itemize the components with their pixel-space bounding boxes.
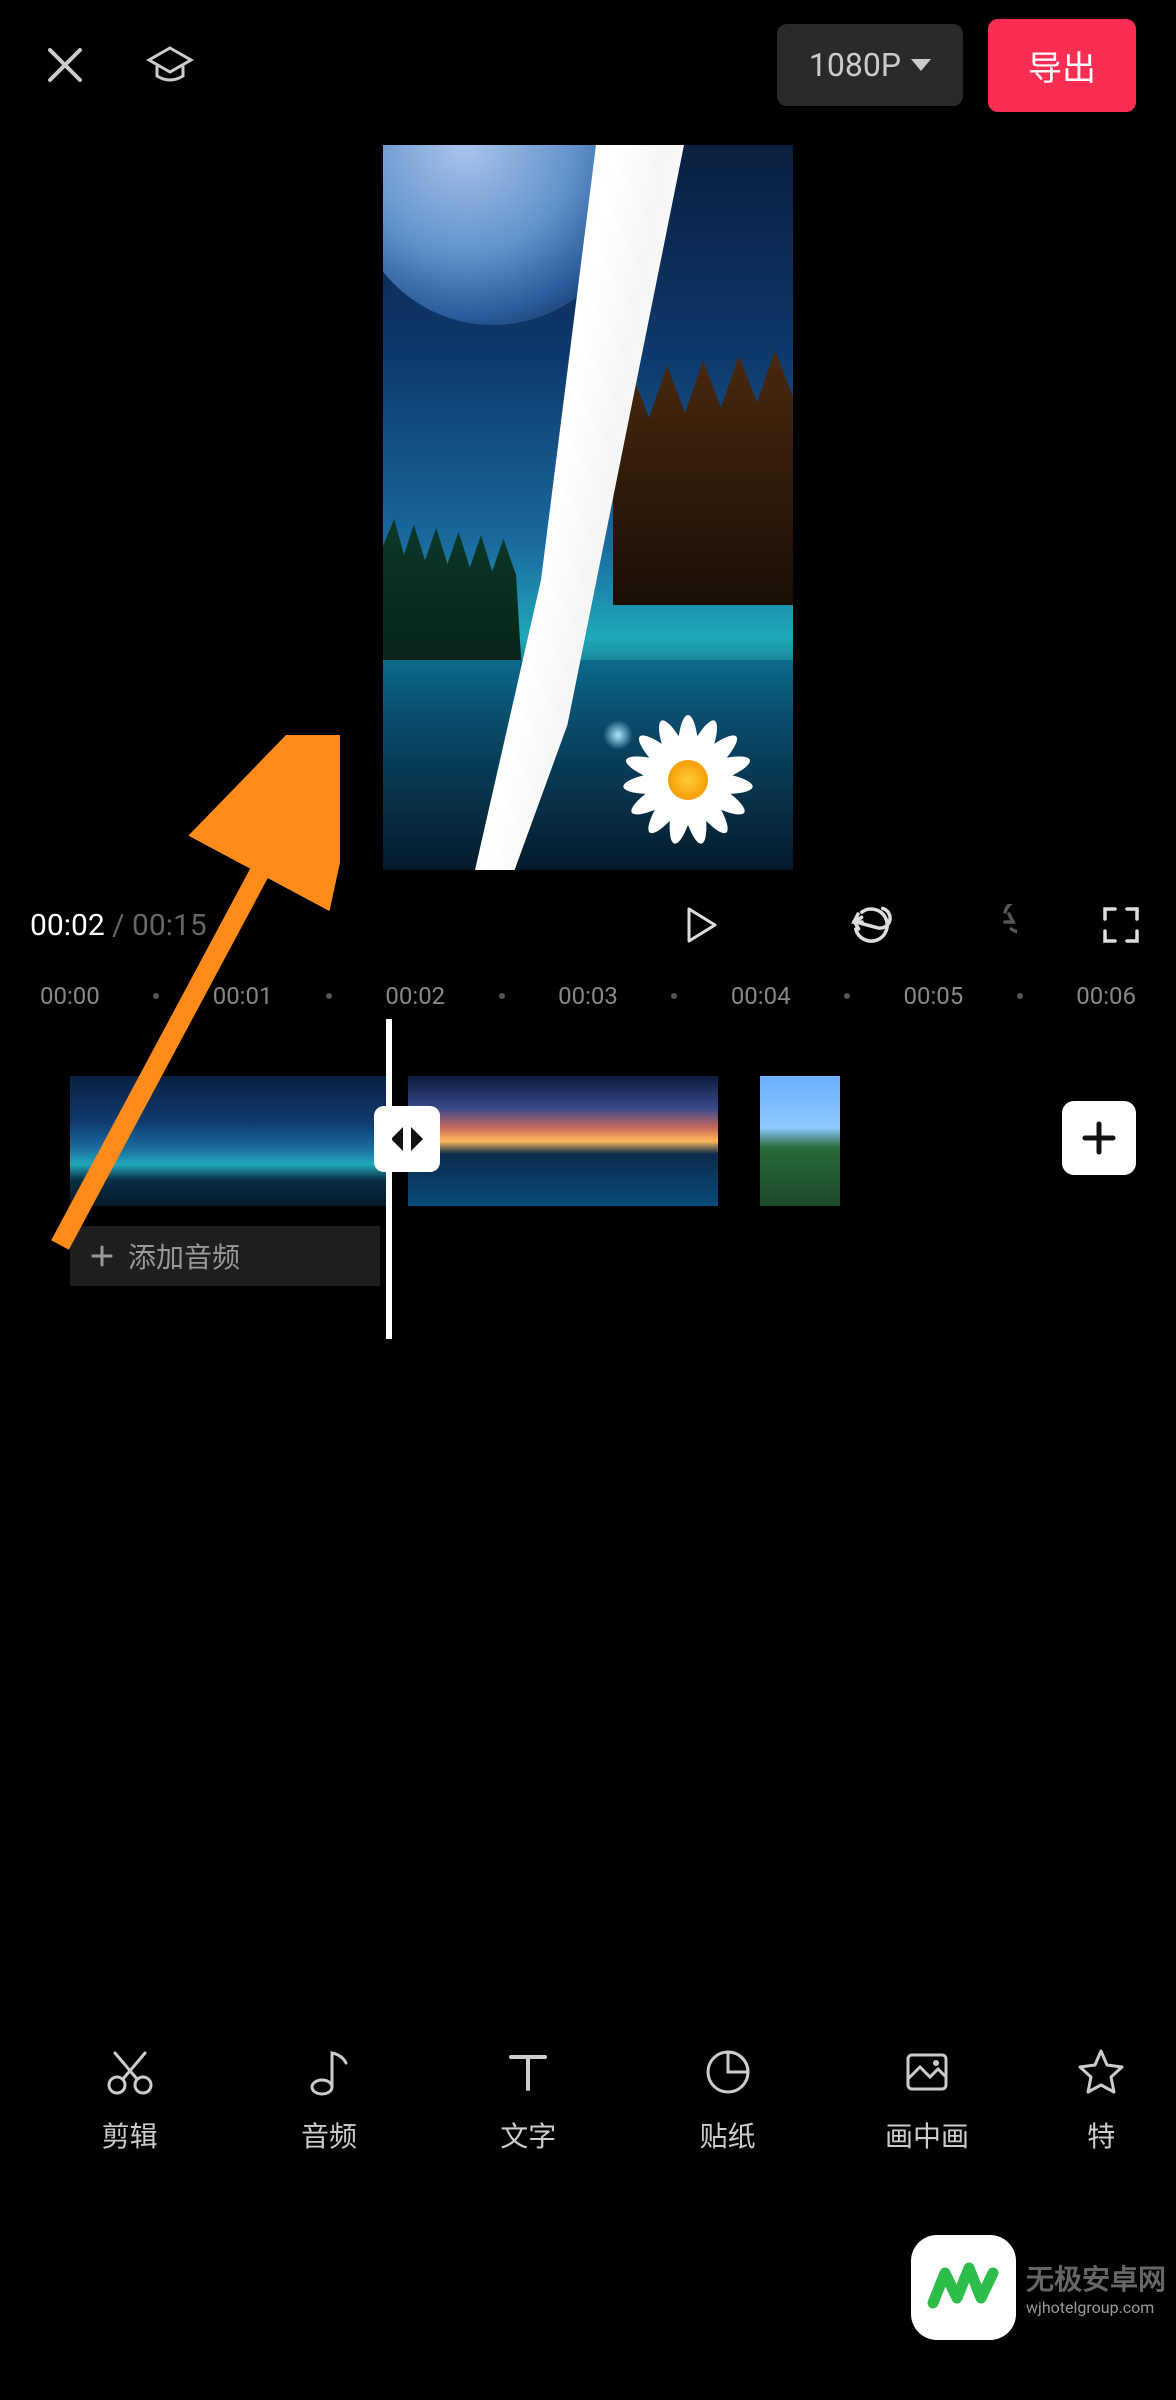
- bottom-toolbar: 剪辑 音频 文字 贴纸 画中画 特: [0, 2030, 1176, 2170]
- topbar-left: [40, 40, 195, 90]
- ruler-dot: [844, 993, 850, 999]
- close-icon: [44, 44, 86, 86]
- text-icon: [501, 2045, 555, 2099]
- play-icon: [681, 905, 721, 945]
- nav-label: 贴纸: [700, 2115, 756, 2155]
- nav-audio[interactable]: 音频: [264, 2045, 394, 2155]
- redo-button[interactable]: [971, 900, 1021, 950]
- undo-button[interactable]: [846, 900, 896, 950]
- plus-icon: [1079, 1118, 1119, 1158]
- star-icon: [1074, 2045, 1128, 2099]
- resolution-label: 1080P: [809, 46, 901, 84]
- ruler-dot: [499, 993, 505, 999]
- tutorial-button[interactable]: [145, 40, 195, 90]
- resolution-dropdown[interactable]: 1080P: [777, 24, 963, 106]
- fullscreen-button[interactable]: [1096, 900, 1146, 950]
- timeline-ruler[interactable]: 00:00 00:01 00:02 00:03 00:04 00:05 00:0…: [0, 976, 1176, 1016]
- nav-label: 文字: [500, 2115, 556, 2155]
- add-audio-button[interactable]: 添加音频: [70, 1226, 380, 1286]
- ruler-dot: [671, 993, 677, 999]
- watermark-logo-icon: [923, 2248, 1003, 2328]
- nav-label: 音频: [301, 2115, 357, 2155]
- total-time: 00:15: [132, 908, 207, 943]
- ruler-dot: [326, 993, 332, 999]
- nav-edit[interactable]: 剪辑: [65, 2045, 195, 2155]
- playback-controls: 00:02 / 00:15: [0, 880, 1176, 970]
- ruler-tick: 00:06: [1076, 982, 1136, 1010]
- fullscreen-icon: [1101, 905, 1141, 945]
- chevron-down-icon: [911, 59, 931, 71]
- ruler-tick: 00:03: [558, 982, 618, 1010]
- add-audio-label: 添加音频: [128, 1236, 240, 1276]
- scissors-icon: [103, 2045, 157, 2099]
- close-button[interactable]: [40, 40, 90, 90]
- transition-icon: [387, 1119, 427, 1159]
- plus-icon: [90, 1244, 114, 1268]
- picture-in-picture-icon: [900, 2045, 954, 2099]
- nav-label: 剪辑: [102, 2115, 158, 2155]
- export-button[interactable]: 导出: [988, 19, 1136, 112]
- preview-canvas[interactable]: [383, 145, 793, 870]
- watermark-badge: [911, 2235, 1016, 2340]
- ruler-tick: 00:05: [904, 982, 964, 1010]
- undo-icon: [850, 904, 892, 946]
- time-separator: /: [105, 908, 132, 943]
- preview-flower: [613, 705, 763, 855]
- timeline[interactable]: 添加音频: [0, 1046, 1176, 1396]
- clip-3[interactable]: [760, 1076, 840, 1206]
- nav-pip[interactable]: 画中画: [862, 2045, 992, 2155]
- ruler-tick: 00:01: [213, 982, 273, 1010]
- clip-row: [0, 1076, 1176, 1206]
- music-note-icon: [302, 2045, 356, 2099]
- ruler-tick: 00:04: [731, 982, 791, 1010]
- top-bar: 1080P 导出: [0, 0, 1176, 130]
- clip-1[interactable]: [70, 1076, 390, 1206]
- export-label: 导出: [1028, 49, 1096, 89]
- preview-area: [0, 145, 1176, 870]
- topbar-right: 1080P 导出: [777, 19, 1136, 112]
- sticker-icon: [701, 2045, 755, 2099]
- clip-2[interactable]: [408, 1076, 718, 1206]
- ruler-dot: [153, 993, 159, 999]
- nav-text[interactable]: 文字: [463, 2045, 593, 2155]
- control-icons-right: [846, 900, 1146, 950]
- graduation-cap-icon: [145, 40, 195, 90]
- ruler-tick: 00:00: [40, 982, 100, 1010]
- nav-label: 特: [1087, 2115, 1115, 2155]
- nav-label: 画中画: [885, 2115, 969, 2155]
- watermark-text: 无极安卓网 wjhotelgroup.com: [1026, 2258, 1166, 2317]
- add-clip-button[interactable]: [1062, 1101, 1136, 1175]
- nav-sticker[interactable]: 贴纸: [663, 2045, 793, 2155]
- watermark-url: wjhotelgroup.com: [1026, 2298, 1166, 2317]
- transition-button[interactable]: [374, 1106, 440, 1172]
- play-button[interactable]: [676, 900, 726, 950]
- redo-icon: [975, 904, 1017, 946]
- ruler-tick: 00:02: [385, 982, 445, 1010]
- ruler-dot: [1017, 993, 1023, 999]
- nav-effects[interactable]: 特: [1061, 2045, 1141, 2155]
- time-display: 00:02 / 00:15: [30, 908, 207, 943]
- current-time: 00:02: [30, 908, 105, 943]
- watermark: 无极安卓网 wjhotelgroup.com: [911, 2235, 1166, 2340]
- watermark-title: 无极安卓网: [1026, 2258, 1166, 2298]
- playhead[interactable]: [386, 1019, 392, 1339]
